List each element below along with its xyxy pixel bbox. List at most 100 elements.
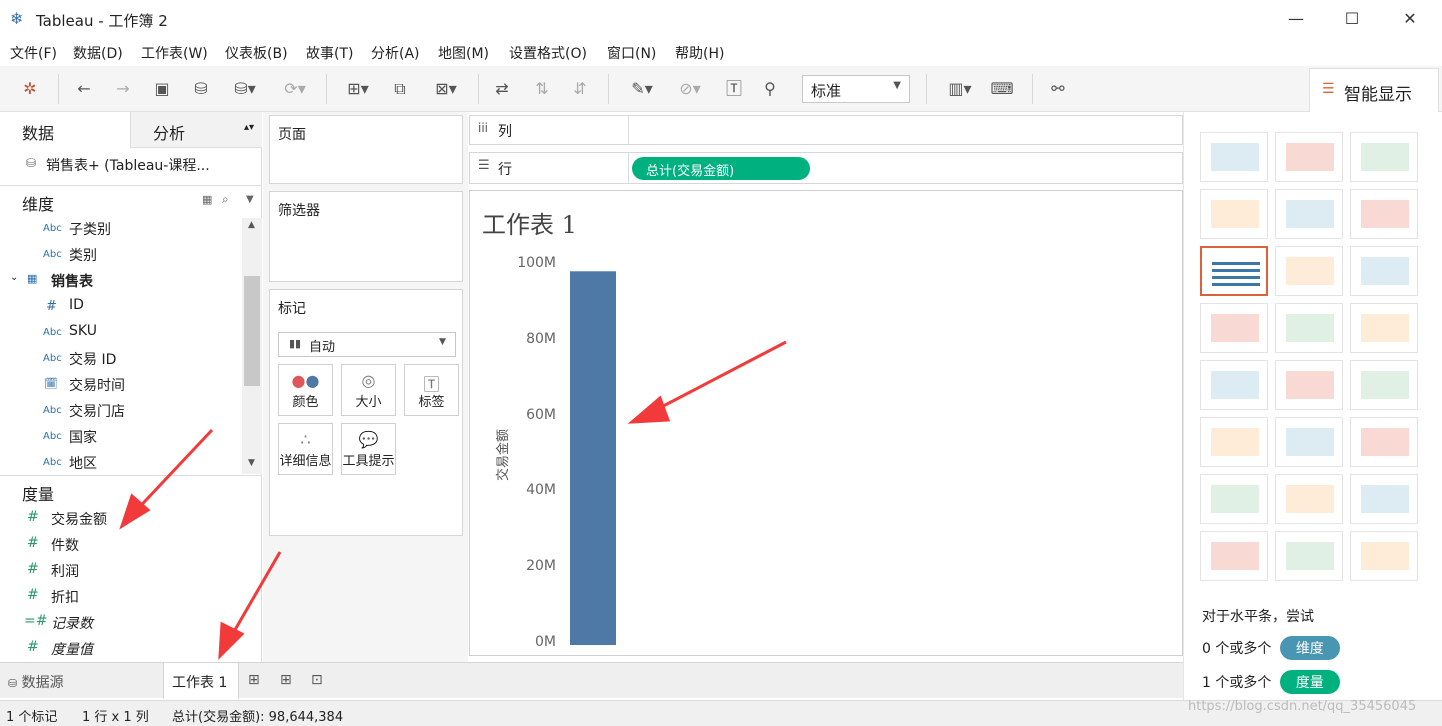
- field-category[interactable]: Abc 类别: [0, 243, 240, 269]
- show-me-stacked-bar-icon[interactable]: [1275, 246, 1343, 296]
- datasource-name[interactable]: 销售表+ (Tableau-课程...: [46, 155, 210, 175]
- pause-updates-icon[interactable]: ⛁▾: [228, 78, 262, 100]
- show-labels-icon[interactable]: 🅃: [722, 78, 746, 100]
- field-id[interactable]: # ID: [0, 295, 240, 321]
- row-measure-pill[interactable]: 总计(交易金额): [632, 157, 810, 180]
- menu-dashboard[interactable]: 仪表板(B): [225, 43, 288, 63]
- search-icon[interactable]: ⌕: [222, 192, 229, 207]
- show-me-side-by-side-circle-icon[interactable]: [1350, 303, 1418, 353]
- presentation-mode-icon[interactable]: ⌨: [990, 78, 1014, 100]
- sort-descending-icon[interactable]: ⇵: [568, 78, 592, 100]
- detail-button[interactable]: ∴ 详细信息: [278, 423, 333, 475]
- menu-format[interactable]: 设置格式(O): [509, 43, 587, 63]
- field-subcategory[interactable]: Abc 子类别: [0, 217, 240, 243]
- redo-icon[interactable]: →: [111, 78, 135, 100]
- tab-worksheet-1[interactable]: 工作表 1: [163, 663, 239, 699]
- swap-rows-columns-icon[interactable]: ⇄: [490, 78, 514, 100]
- measure-discount[interactable]: # 折扣: [0, 585, 240, 611]
- folder-sales-table[interactable]: ⌄ ▦ 销售表: [0, 269, 240, 295]
- field-transaction-store[interactable]: Abc 交易门店: [0, 399, 240, 425]
- field-transaction-id[interactable]: Abc 交易 ID: [0, 347, 240, 373]
- tableau-home-icon[interactable]: ✲: [18, 78, 42, 100]
- menu-data[interactable]: 数据(D): [73, 43, 123, 63]
- menu-file[interactable]: 文件(F): [10, 43, 57, 63]
- show-me-treemap-icon[interactable]: [1200, 303, 1268, 353]
- highlight-icon[interactable]: ✎▾: [622, 78, 662, 100]
- show-me-line-continuous-icon[interactable]: [1200, 360, 1268, 410]
- tab-analytics[interactable]: 分析 ▴▾: [130, 112, 262, 148]
- show-me-horizontal-bar-icon[interactable]: [1200, 246, 1268, 296]
- maximize-button[interactable]: ☐: [1332, 6, 1372, 32]
- measure-transaction-amount[interactable]: # 交易金额: [0, 507, 240, 533]
- group-members-icon[interactable]: ⊘▾: [670, 78, 710, 100]
- tooltip-button[interactable]: 💬 工具提示: [341, 423, 396, 475]
- label-button[interactable]: 🅃 标签: [404, 364, 459, 416]
- chevron-down-icon[interactable]: ⌄: [10, 272, 18, 283]
- datasource-tab[interactable]: ⛁ 数据源: [8, 672, 64, 692]
- share-icon[interactable]: ⚯: [1046, 78, 1070, 100]
- columns-shelf[interactable]: iii 列: [469, 115, 1183, 145]
- pages-shelf[interactable]: 页面: [269, 115, 463, 184]
- show-me-dual-combination-icon[interactable]: [1350, 417, 1418, 467]
- measure-measure-values[interactable]: # 度量值: [0, 637, 240, 663]
- pin-axes-icon[interactable]: ⚲: [758, 78, 782, 100]
- show-me-scatter-plot-icon[interactable]: [1200, 474, 1268, 524]
- new-worksheet-icon[interactable]: ⊞▾: [338, 78, 378, 100]
- menu-help[interactable]: 帮助(H): [675, 43, 724, 63]
- menu-worksheet[interactable]: 工作表(W): [141, 43, 208, 63]
- show-me-tab[interactable]: ☰ 智能显示: [1309, 68, 1439, 112]
- field-region[interactable]: Abc 地区: [0, 451, 240, 477]
- new-datasource-icon[interactable]: ⛁: [189, 78, 213, 100]
- dimensions-menu-icon[interactable]: ▼: [246, 194, 254, 205]
- show-me-bullet-graph-icon[interactable]: [1275, 531, 1343, 581]
- undo-icon[interactable]: ←: [72, 78, 96, 100]
- save-icon[interactable]: ▣: [150, 78, 174, 100]
- measure-record-count[interactable]: =# 记录数: [0, 611, 240, 637]
- size-button[interactable]: ◎ 大小: [341, 364, 396, 416]
- show-me-packed-bubbles-icon[interactable]: [1350, 531, 1418, 581]
- clear-sheet-icon[interactable]: ⊠▾: [426, 78, 466, 100]
- dimensions-scrollbar[interactable]: ▲ ▼: [242, 218, 262, 474]
- refresh-icon[interactable]: ⟳▾: [275, 78, 315, 100]
- fit-mode-select[interactable]: 标准 ▼: [802, 75, 910, 103]
- show-me-text-table-icon[interactable]: [1200, 132, 1268, 182]
- show-me-line-discrete-icon[interactable]: [1275, 360, 1343, 410]
- field-country[interactable]: Abc 国家: [0, 425, 240, 451]
- menu-window[interactable]: 窗口(N): [607, 43, 656, 63]
- filters-shelf[interactable]: 筛选器: [269, 191, 463, 282]
- show-me-box-and-whisker-icon[interactable]: [1350, 474, 1418, 524]
- show-me-side-by-side-bar-icon[interactable]: [1350, 246, 1418, 296]
- duplicate-sheet-icon[interactable]: ⧉: [388, 78, 412, 100]
- measure-quantity[interactable]: # 件数: [0, 533, 240, 559]
- show-cards-icon[interactable]: ▥▾: [940, 78, 980, 100]
- measure-profit[interactable]: # 利润: [0, 559, 240, 585]
- show-me-pie-chart-icon[interactable]: [1350, 189, 1418, 239]
- show-me-symbol-map-icon[interactable]: [1200, 189, 1268, 239]
- show-me-heat-map-icon[interactable]: [1275, 132, 1343, 182]
- menu-map[interactable]: 地图(M): [438, 43, 489, 63]
- menu-story[interactable]: 故事(T): [306, 43, 353, 63]
- rows-shelf[interactable]: ☰ 行 总计(交易金额): [469, 152, 1183, 184]
- new-story-icon[interactable]: ⊡: [311, 672, 323, 688]
- view-toggle-icon[interactable]: ▦: [202, 193, 212, 206]
- show-me-area-discrete-icon[interactable]: [1275, 417, 1343, 467]
- color-button[interactable]: ●● 颜色: [278, 364, 333, 416]
- show-me-highlight-table-icon[interactable]: [1350, 132, 1418, 182]
- bar-mark[interactable]: [570, 271, 616, 645]
- show-me-gantt-chart-icon[interactable]: [1200, 531, 1268, 581]
- new-worksheet-icon[interactable]: ⊞: [248, 672, 260, 688]
- show-me-histogram-icon[interactable]: [1275, 474, 1343, 524]
- field-sku[interactable]: Abc SKU: [0, 321, 240, 347]
- show-me-area-continuous-icon[interactable]: [1200, 417, 1268, 467]
- close-button[interactable]: ✕: [1390, 6, 1430, 32]
- minimize-button[interactable]: —: [1276, 6, 1316, 32]
- sort-ascending-icon[interactable]: ⇅: [530, 78, 554, 100]
- tab-data[interactable]: 数据: [0, 112, 130, 148]
- new-dashboard-icon[interactable]: ⊞: [280, 672, 292, 688]
- show-me-circle-view-icon[interactable]: [1275, 303, 1343, 353]
- mark-type-select[interactable]: ▮▮ 自动 ▼: [278, 332, 456, 357]
- menu-analysis[interactable]: 分析(A): [371, 43, 420, 63]
- field-transaction-time[interactable]: 🗓 交易时间: [0, 373, 240, 399]
- show-me-dual-line-icon[interactable]: [1350, 360, 1418, 410]
- show-me-filled-map-icon[interactable]: [1275, 189, 1343, 239]
